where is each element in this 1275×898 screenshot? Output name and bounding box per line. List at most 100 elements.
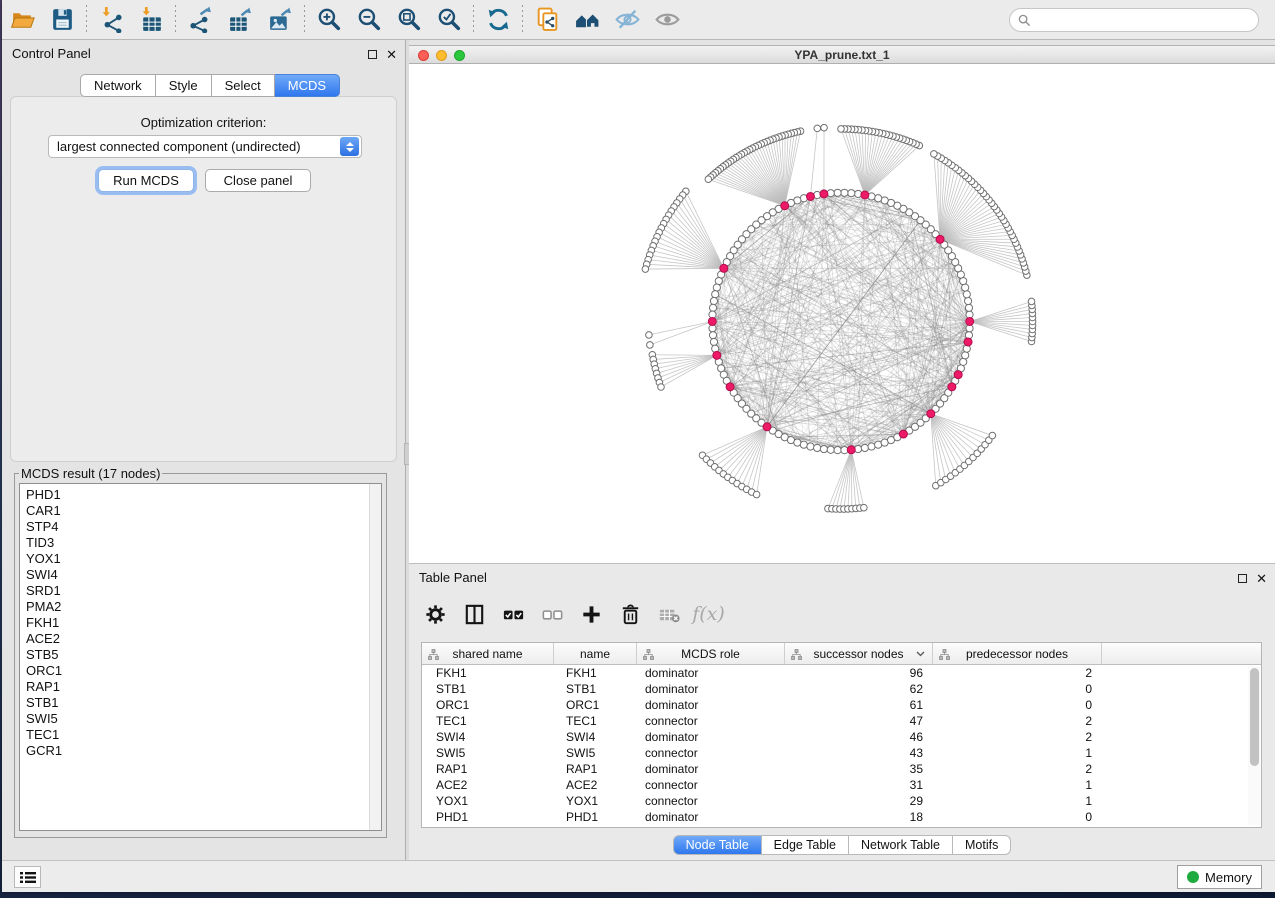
duplicate-network-button[interactable] [527,3,567,37]
graph-node[interactable] [807,443,814,450]
search-input[interactable] [1036,13,1250,27]
function-builder-button[interactable]: f(x) [692,598,725,631]
search-box[interactable] [1009,8,1259,32]
show-all-button[interactable] [647,3,687,37]
tab-mcds[interactable]: MCDS [275,74,340,97]
table-row[interactable]: SWI4SWI4dominator462 [422,729,1261,745]
graph-node[interactable] [814,444,821,451]
graph-hub-node[interactable] [948,383,956,391]
first-neighbors-button[interactable] [567,3,607,37]
graph-node[interactable] [964,297,971,304]
graph-node[interactable] [710,338,717,345]
graph-leaf-node[interactable] [1028,298,1035,305]
mcds-result-item[interactable]: SWI5 [26,711,381,727]
graph-leaf-node[interactable] [814,125,821,132]
network-title-bar[interactable]: YPA_prune.txt_1 [409,46,1275,64]
delete-table-button[interactable] [653,598,686,631]
graph-leaf-node[interactable] [861,504,868,511]
graph-hub-node[interactable] [781,202,789,210]
zoom-selected-button[interactable] [429,3,469,37]
graph-leaf-node[interactable] [642,266,649,273]
graph-leaf-node[interactable] [658,384,665,391]
zoom-fit-button[interactable] [389,3,429,37]
table-scrollbar-thumb[interactable] [1250,668,1259,766]
graph-hub-node[interactable] [726,383,734,391]
mcds-result-item[interactable]: GCR1 [26,743,381,759]
column-header-predecessor-nodes[interactable]: predecessor nodes [933,643,1102,665]
graph-node[interactable] [713,284,720,291]
graph-hub-node[interactable] [713,351,721,359]
node-table[interactable]: shared namenameMCDS rolesuccessor nodesp… [421,642,1262,828]
tab-edge-table[interactable]: Edge Table [762,835,849,855]
column-header-shared-name[interactable]: shared name [422,643,554,665]
graph-node[interactable] [834,189,841,196]
graph-leaf-node[interactable] [753,491,760,498]
graph-node[interactable] [800,441,807,448]
hide-selected-button[interactable] [607,3,647,37]
save-session-button[interactable] [42,3,82,37]
close-window-icon[interactable] [418,50,429,61]
graph-leaf-node[interactable] [647,342,654,349]
graph-node[interactable] [962,352,969,359]
graph-node[interactable] [712,291,719,298]
deselect-all-button[interactable] [536,598,569,631]
import-table-button[interactable] [131,3,171,37]
graph-hub-node[interactable] [927,410,935,418]
column-header-successor-nodes[interactable]: successor nodes [785,643,933,665]
zoom-out-button[interactable] [349,3,389,37]
graph-hub-node[interactable] [966,317,974,325]
tab-select[interactable]: Select [212,74,275,97]
close-panel-button[interactable]: Close panel [205,169,311,192]
mcds-result-item[interactable]: FKH1 [26,615,381,631]
open-file-button[interactable] [2,3,42,37]
mcds-result-item[interactable]: STP4 [26,519,381,535]
graph-node[interactable] [848,190,855,197]
graph-hub-node[interactable] [936,235,944,243]
mcds-result-item[interactable]: TID3 [26,535,381,551]
select-all-button[interactable] [497,598,530,631]
table-row[interactable]: YOX1YOX1connector291 [422,793,1261,809]
graph-hub-node[interactable] [720,264,728,272]
maximize-window-icon[interactable] [454,50,465,61]
graph-node[interactable] [710,297,717,304]
network-canvas[interactable] [409,64,1275,563]
export-network-button[interactable] [180,3,220,37]
tab-motifs[interactable]: Motifs [953,835,1011,855]
column-header-MCDS-role[interactable]: MCDS role [637,643,785,665]
mcds-result-item[interactable]: CAR1 [26,503,381,519]
mcds-result-item[interactable]: SRD1 [26,583,381,599]
mcds-result-item[interactable]: RAP1 [26,679,381,695]
table-settings-button[interactable] [419,598,452,631]
mcds-result-item[interactable]: TEC1 [26,727,381,743]
graph-hub-node[interactable] [899,430,907,438]
graph-node[interactable] [709,304,716,311]
mcds-result-item[interactable]: STB5 [26,647,381,663]
table-row[interactable]: TEC1TEC1connector472 [422,713,1261,729]
toggle-panes-button[interactable] [458,598,491,631]
graph-node[interactable] [820,445,827,452]
table-row[interactable]: ORC1ORC1dominator610 [422,697,1261,713]
graph-node[interactable] [875,195,882,202]
float-panel-icon[interactable] [368,50,377,59]
refresh-view-button[interactable] [478,3,518,37]
graph-node[interactable] [834,447,841,454]
table-row[interactable]: SWI5SWI5connector431 [422,745,1261,761]
graph-node[interactable] [965,304,972,311]
table-row[interactable]: ACE2ACE2connector311 [422,777,1261,793]
graph-leaf-node[interactable] [705,176,712,183]
memory-button[interactable]: Memory [1177,865,1262,889]
mcds-list-scrollbar[interactable] [369,484,381,830]
table-row[interactable]: PHD1PHD1dominator180 [422,809,1261,825]
graph-node[interactable] [861,444,868,451]
graph-hub-node[interactable] [847,446,855,454]
column-header-name[interactable]: name [554,643,637,665]
close-table-panel-icon[interactable]: ✕ [1256,574,1267,583]
add-column-button[interactable] [575,598,608,631]
export-table-button[interactable] [220,3,260,37]
mcds-result-item[interactable]: SWI4 [26,567,381,583]
tab-network-table[interactable]: Network Table [849,835,953,855]
graph-hub-node[interactable] [820,190,828,198]
graph-node[interactable] [963,291,970,298]
graph-node[interactable] [827,446,834,453]
mcds-result-item[interactable]: PMA2 [26,599,381,615]
